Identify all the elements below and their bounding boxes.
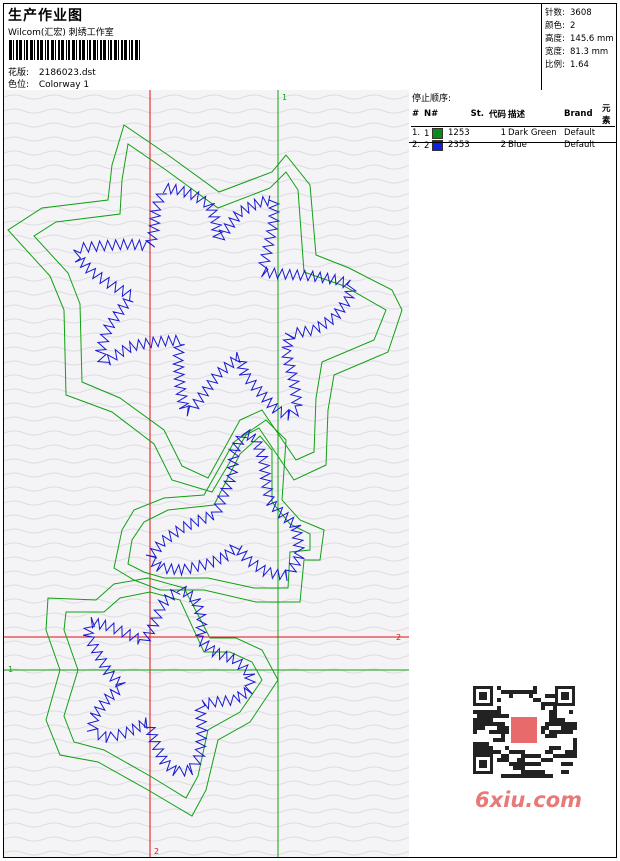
stat-stitches: 针数: 3608 bbox=[545, 8, 592, 18]
company-name: Wilcom(汇宏) 刺绣工作室 bbox=[8, 28, 114, 38]
colorway-row: 色位: Colorway 1 bbox=[8, 77, 89, 90]
col-description: 描述 bbox=[507, 102, 563, 127]
guide-label-red-right: 2 bbox=[396, 633, 401, 642]
divider bbox=[409, 142, 616, 143]
stat-height: 高度: 145.6 mm bbox=[545, 34, 614, 44]
stat-width: 宽度: 81.3 mm bbox=[545, 47, 609, 57]
color-swatch bbox=[432, 127, 444, 139]
qr-code bbox=[467, 680, 581, 780]
col-code: 代码 bbox=[485, 102, 507, 127]
colorway-label: 色位: bbox=[8, 80, 30, 90]
stat-colors: 颜色: 2 bbox=[545, 21, 576, 31]
page-title: 生产作业图 bbox=[8, 8, 83, 24]
col-number: N# bbox=[423, 102, 447, 127]
colorway-value: Colorway 1 bbox=[38, 80, 90, 90]
table-row: 1. 1 1253 1 Dark Green Default bbox=[412, 127, 596, 139]
header: 生产作业图 Wilcom(汇宏) 刺绣工作室 花版: 2186023.dst 色… bbox=[4, 4, 616, 91]
barcode bbox=[9, 40, 140, 60]
watermark-logo: 6xiu.com bbox=[475, 788, 583, 812]
guide-label-green-left: 1 bbox=[8, 665, 13, 674]
stat-scale: 比例: 1.64 bbox=[545, 60, 589, 70]
col-brand: Brand bbox=[563, 102, 601, 127]
stats-panel: 针数: 3608 颜色: 2 高度: 145.6 mm 宽度: 81.3 mm 比例: 1… bbox=[541, 4, 617, 90]
col-element: 元素 bbox=[601, 102, 615, 127]
guide-label-red-bottom: 2 bbox=[154, 847, 159, 856]
design-canvas: 1 2 1 2 bbox=[4, 90, 410, 857]
col-stitches: St. bbox=[447, 102, 485, 127]
col-index: # bbox=[411, 102, 423, 127]
embroidery-preview: 1 2 1 2 bbox=[4, 90, 409, 857]
stop-sequence-table: # N# St. 代码 描述 Brand 元素 1. 1 1253 1 Dark… bbox=[411, 102, 615, 151]
guide-label-green-top: 1 bbox=[282, 93, 287, 102]
table-row: 2. 2 2353 2 Blue Default bbox=[412, 139, 596, 151]
